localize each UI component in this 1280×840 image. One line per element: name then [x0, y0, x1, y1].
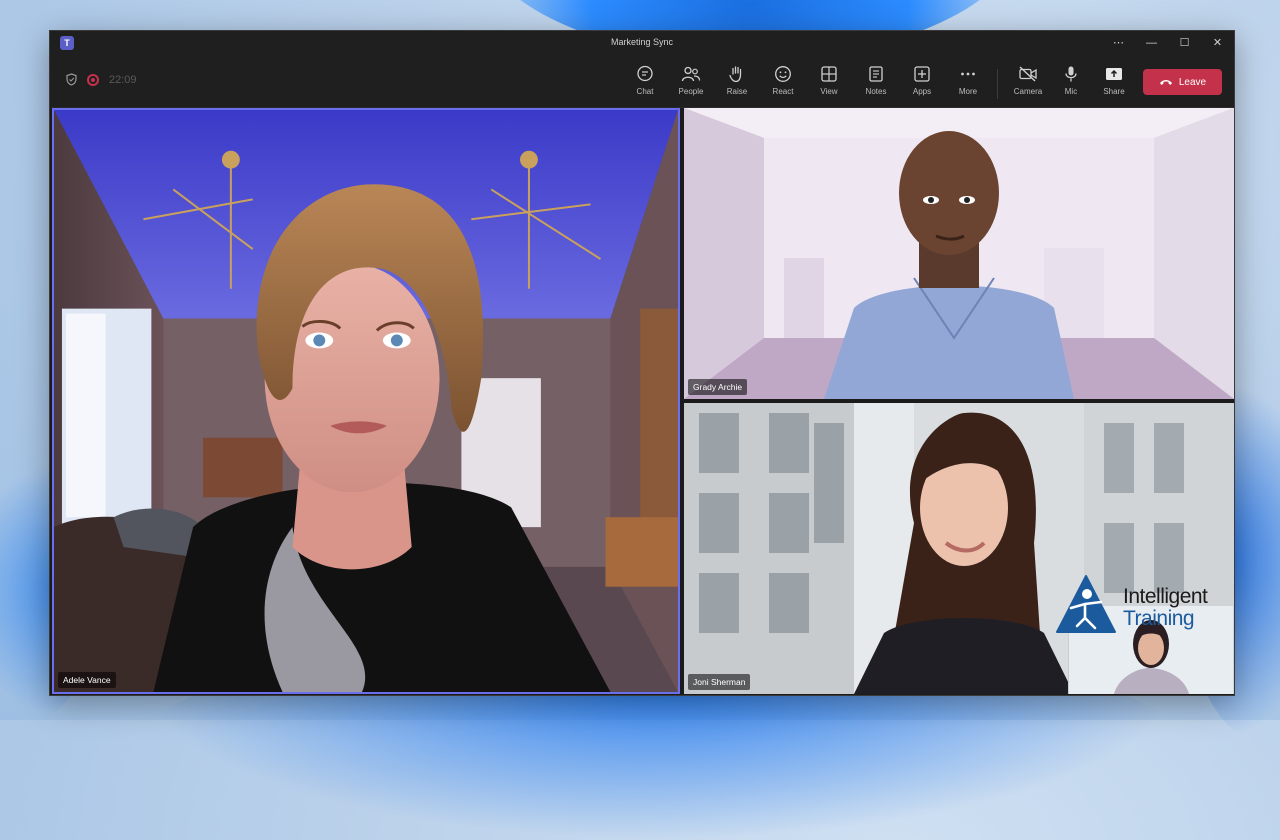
- raise-label: Raise: [726, 87, 748, 96]
- participant-name-tag: Joni Sherman: [688, 674, 751, 690]
- hang-up-icon: [1159, 80, 1172, 85]
- logo-text-line2: Training: [1123, 607, 1195, 630]
- shield-icon: [66, 73, 77, 86]
- react-button[interactable]: React: [761, 63, 805, 103]
- raise-hand-button[interactable]: Raise: [715, 63, 759, 103]
- logo-text-line1: Intelligent: [1123, 585, 1208, 608]
- view-button[interactable]: View: [807, 63, 851, 103]
- apps-label: Apps: [912, 87, 932, 96]
- maximize-button[interactable]: ☐: [1168, 31, 1201, 55]
- recording-icon: [87, 73, 99, 86]
- react-label: React: [772, 87, 794, 96]
- share-label: Share: [1103, 87, 1125, 96]
- camera-button[interactable]: Camera: [1006, 63, 1050, 103]
- title-bar[interactable]: T Marketing Sync ⋯ — ☐ ✕: [50, 31, 1234, 55]
- view-label: View: [820, 87, 838, 96]
- window-title: Marketing Sync: [610, 37, 674, 47]
- share-icon: [1106, 68, 1122, 80]
- chat-button[interactable]: Chat: [623, 63, 667, 103]
- notes-label: Notes: [865, 87, 887, 96]
- meeting-timer: 22:09: [109, 73, 137, 86]
- chat-label: Chat: [636, 87, 654, 96]
- share-button[interactable]: Share: [1092, 63, 1136, 103]
- participant-name-tag: Grady Archie: [688, 379, 748, 395]
- camera-off-icon: [1019, 66, 1037, 82]
- raise-hand-icon: [729, 66, 742, 83]
- mic-icon: [1065, 66, 1077, 82]
- leave-label: Leave: [1178, 76, 1207, 88]
- more-button[interactable]: More: [946, 63, 990, 103]
- close-button[interactable]: ✕: [1201, 31, 1234, 55]
- avatar-video-feed: [684, 108, 1234, 399]
- toolbar-divider: [997, 69, 998, 99]
- notes-button[interactable]: Notes: [854, 63, 898, 103]
- leave-button[interactable]: Leave: [1143, 69, 1222, 95]
- apps-icon: [914, 66, 930, 82]
- view-icon: [821, 66, 837, 82]
- avatar-video-feed: [54, 110, 678, 692]
- intelligent-training-logo: Intelligent Training: [1055, 575, 1250, 638]
- window-more-button[interactable]: ⋯: [1102, 31, 1135, 55]
- camera-label: Camera: [1013, 87, 1043, 96]
- more-icon: [961, 72, 975, 76]
- chat-icon: [637, 65, 653, 82]
- people-button[interactable]: People: [669, 63, 713, 103]
- more-label: More: [958, 87, 978, 96]
- mic-label: Mic: [1064, 87, 1078, 96]
- participant-name-tag: Adele Vance: [58, 672, 116, 688]
- meeting-toolbar: 22:09 Chat People Raise React View Notes: [50, 55, 1234, 108]
- mic-button[interactable]: Mic: [1049, 63, 1093, 103]
- react-icon: [775, 66, 791, 82]
- people-icon: [681, 66, 701, 82]
- participant-tile-adele-vance[interactable]: Adele Vance: [52, 108, 680, 694]
- apps-button[interactable]: Apps: [900, 63, 944, 103]
- minimize-button[interactable]: —: [1135, 31, 1168, 55]
- notes-icon: [869, 66, 883, 82]
- people-label: People: [678, 87, 704, 96]
- participant-tile-grady-archie[interactable]: Grady Archie: [684, 108, 1234, 399]
- logo-mark-icon: [1056, 575, 1116, 633]
